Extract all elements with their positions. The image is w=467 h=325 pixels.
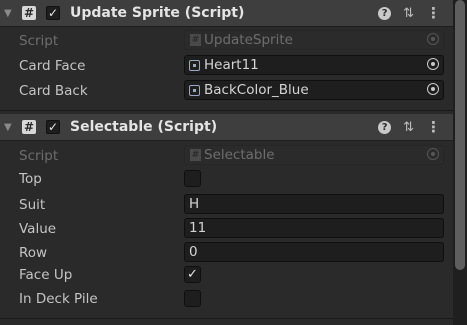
object-picker-icon[interactable] [427,58,439,70]
component-enabled-checkbox[interactable]: ✓ [46,120,60,134]
object-picker-icon[interactable] [427,83,439,95]
component-title: Update Sprite (Script) [70,5,245,21]
script-asset-icon: # [190,34,201,46]
property-row-in-deck-pile: In Deck Pile [0,288,453,310]
property-label: Value [19,221,57,237]
scrollbar-thumb[interactable] [455,0,465,270]
field-value: 11 [189,220,207,236]
card-face-field[interactable]: Heart11 [184,55,444,75]
property-label: Suit [19,197,46,213]
field-value: Selectable [204,147,275,163]
property-row-suit: Suit H [0,194,453,216]
script-icon: # [22,120,36,134]
property-label: Row [19,245,48,261]
component-title: Selectable (Script) [70,119,218,135]
component-enabled-checkbox[interactable]: ✓ [46,6,60,20]
card-back-field[interactable]: BackColor_Blue [184,80,444,100]
property-label: In Deck Pile [19,291,98,307]
object-picker-icon [427,33,439,45]
component-header-selectable[interactable]: ▼ # ✓ Selectable (Script) ? ⇅ ⋮ [0,114,453,141]
script-reference-field: # UpdateSprite [184,30,444,50]
property-label: Script [19,148,59,164]
property-row-value: Value 11 [0,218,453,240]
property-label: Card Face [19,58,86,74]
object-picker-icon [427,148,439,160]
property-row-script: Script # Selectable [0,145,453,167]
field-value: 0 [189,244,198,260]
foldout-arrow-icon[interactable]: ▼ [4,8,14,19]
property-label: Top [19,171,42,187]
top-checkbox[interactable] [184,170,201,187]
component-divider [0,110,453,111]
field-value: H [189,196,200,212]
property-row-face-up: Face Up ✓ [0,264,453,286]
property-row-top: Top [0,168,453,190]
suit-input[interactable]: H [184,194,444,214]
sprite-asset-icon [189,85,200,96]
field-value: Heart11 [204,57,259,73]
component-divider [0,318,453,319]
row-input[interactable]: 0 [184,242,444,262]
presets-icon[interactable]: ⇅ [403,121,414,134]
help-icon[interactable]: ? [378,120,392,134]
property-row-card-back: Card Back BackColor_Blue [0,80,453,102]
property-row-script: Script # UpdateSprite [0,30,453,52]
field-value: UpdateSprite [204,32,293,48]
property-label: Script [19,33,59,49]
script-reference-field: # Selectable [184,145,444,165]
script-icon: # [22,6,36,20]
component-header-update-sprite[interactable]: ▼ # ✓ Update Sprite (Script) ? ⇅ ⋮ [0,0,453,27]
presets-icon[interactable]: ⇅ [403,7,414,20]
property-label: Card Back [19,83,88,99]
face-up-checkbox[interactable]: ✓ [184,266,201,283]
context-menu-icon[interactable]: ⋮ [426,119,441,134]
script-asset-icon: # [190,149,201,161]
foldout-arrow-icon[interactable]: ▼ [4,122,14,133]
inspector-scrollbar[interactable] [453,0,467,325]
property-row-row: Row 0 [0,242,453,264]
sprite-asset-icon [189,60,200,71]
property-label: Face Up [19,267,73,283]
in-deck-pile-checkbox[interactable] [184,290,201,307]
context-menu-icon[interactable]: ⋮ [426,5,441,20]
help-icon[interactable]: ? [378,6,392,20]
value-input[interactable]: 11 [184,218,444,238]
property-row-card-face: Card Face Heart11 [0,55,453,77]
field-value: BackColor_Blue [204,82,309,98]
